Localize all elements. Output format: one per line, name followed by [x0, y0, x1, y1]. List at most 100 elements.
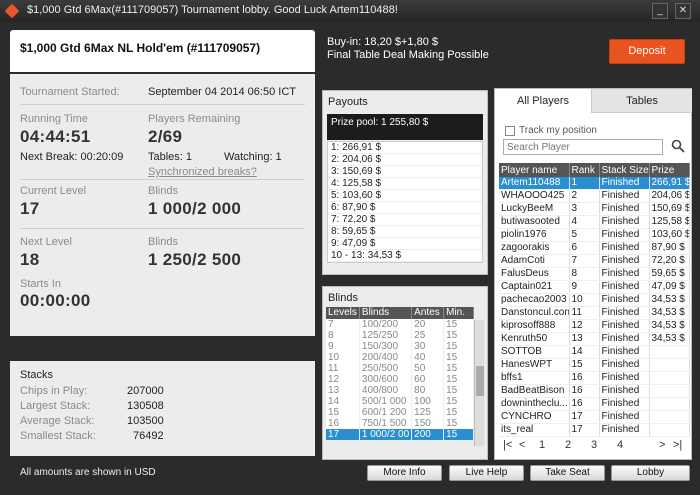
- live-help-button[interactable]: Live Help: [449, 465, 524, 481]
- player-cell: 4: [569, 215, 600, 229]
- payout-row: 3: 150,69 $: [328, 166, 482, 178]
- player-row[interactable]: WHAOOO425 2 Finished 204,06 $: [499, 189, 690, 203]
- first-page-button[interactable]: |<: [503, 439, 512, 451]
- blind-level-row: 7 100/200 20 15: [326, 319, 474, 330]
- payout-row: 8: 59,65 $: [328, 226, 482, 238]
- payouts-panel: Payouts Prize pool: 1 255,80 $ 1: 266,91…: [322, 90, 488, 275]
- take-seat-button[interactable]: Take Seat: [530, 465, 605, 481]
- player-cell: 34,53 $: [649, 293, 690, 307]
- blinds-table: Levels Blinds Antes Min. 7 100/200 20 15 8 12…: [326, 307, 474, 440]
- player-row[interactable]: zagoorakis 6 Finished 87,90 $: [499, 241, 690, 255]
- payout-row: 2: 204,06 $: [328, 154, 482, 166]
- page-2-button[interactable]: 2: [565, 439, 571, 451]
- blinds-scrollbar[interactable]: [474, 320, 484, 446]
- payout-row: 6: 87,90 $: [328, 202, 482, 214]
- scroll-thumb[interactable]: [476, 366, 484, 396]
- stack-value: 76492: [133, 430, 164, 442]
- player-cell: Finished: [599, 202, 650, 216]
- divider: [20, 228, 305, 229]
- player-cell: 2: [569, 189, 600, 203]
- title-bar: $1,000 Gtd 6Max(#111709057) Tournament l…: [0, 0, 700, 22]
- player-cell: Finished: [599, 410, 650, 424]
- player-row[interactable]: downintheclu... 16 Finished: [499, 397, 690, 411]
- page-4-button[interactable]: 4: [617, 439, 623, 451]
- blind-cell: 7: [326, 319, 360, 330]
- starts-in-label: Starts In: [20, 278, 61, 290]
- tab-tables[interactable]: Tables: [592, 89, 692, 113]
- track-position-checkbox[interactable]: [505, 126, 515, 136]
- lobby-button[interactable]: Lobby: [611, 465, 690, 481]
- player-row[interactable]: Kenruth50 13 Finished 34,53 $: [499, 332, 690, 346]
- player-cell: piolin1976: [499, 228, 570, 242]
- prev-page-button[interactable]: <: [519, 439, 525, 451]
- blind-level-row: 17 1 000/2 00 200 15: [326, 429, 474, 440]
- player-row[interactable]: FalusDeus 8 Finished 59,65 $: [499, 267, 690, 281]
- player-cell: [649, 410, 690, 424]
- stack-label: Largest Stack:: [20, 400, 91, 412]
- player-row[interactable]: Captain021 9 Finished 47,09 $: [499, 280, 690, 294]
- column-header-rank[interactable]: Rank: [569, 163, 600, 177]
- payout-row: 7: 72,20 $: [328, 214, 482, 226]
- buyin-text: Buy-in: 18,20 $+1,80 $: [327, 36, 438, 48]
- more-info-button[interactable]: More Info: [367, 465, 442, 481]
- players-panel: All Players Tables Track my position Pla…: [494, 88, 692, 460]
- player-cell: 16: [569, 397, 600, 411]
- starts-in-value: 00:00:00: [20, 291, 91, 310]
- player-row[interactable]: bffs1 16 Finished: [499, 371, 690, 385]
- blind-cell: 80: [411, 385, 445, 396]
- tournament-info-panel: Tournament Started: September 04 2014 06…: [10, 74, 315, 336]
- player-cell: Finished: [599, 293, 650, 307]
- player-row[interactable]: its_real 17 Finished: [499, 423, 690, 437]
- player-row[interactable]: Danstoncul.con 11 Finished 34,53 $: [499, 306, 690, 320]
- search-player-input[interactable]: [503, 139, 663, 155]
- search-icon[interactable]: [671, 139, 685, 153]
- blind-cell: 15: [443, 330, 474, 341]
- tab-all-players[interactable]: All Players: [495, 89, 592, 113]
- tournament-header: $1,000 Gtd 6Max NL Hold'em (#111709057): [10, 30, 315, 72]
- player-row[interactable]: BadBeatBison 16 Finished: [499, 384, 690, 398]
- player-cell: [649, 423, 690, 437]
- column-header-player-name[interactable]: Player name: [499, 163, 570, 177]
- next-page-button[interactable]: >: [659, 439, 665, 451]
- player-row[interactable]: AdamCoti 7 Finished 72,20 $: [499, 254, 690, 268]
- player-row[interactable]: LuckyBeeM 3 Finished 150,69 $: [499, 202, 690, 216]
- player-row[interactable]: pachecao2003 10 Finished 34,53 $: [499, 293, 690, 307]
- stacks-title: Stacks: [20, 369, 54, 381]
- players-remaining-value: 2/69: [148, 127, 183, 146]
- stack-label: Smallest Stack:: [20, 430, 96, 442]
- blind-cell: 9: [326, 341, 360, 352]
- player-row[interactable]: piolin1976 5 Finished 103,60 $: [499, 228, 690, 242]
- synchronized-breaks-link[interactable]: Synchronized breaks?: [148, 166, 257, 178]
- player-row[interactable]: SOTTOB 14 Finished: [499, 345, 690, 359]
- player-cell: 13: [569, 332, 600, 346]
- column-header-prize[interactable]: Prize: [649, 163, 690, 177]
- page-3-button[interactable]: 3: [591, 439, 597, 451]
- player-cell: 11: [569, 306, 600, 320]
- minimize-button[interactable]: _: [652, 3, 668, 19]
- player-row[interactable]: kiprosoff888 12 Finished 34,53 $: [499, 319, 690, 333]
- blind-level-row: 10 200/400 40 15: [326, 352, 474, 363]
- player-row[interactable]: CYNCHRO 17 Finished: [499, 410, 690, 424]
- player-cell: 87,90 $: [649, 241, 690, 255]
- player-cell: Finished: [599, 319, 650, 333]
- column-header-stack-size[interactable]: Stack Size: [599, 163, 650, 177]
- close-button[interactable]: ✕: [675, 3, 691, 19]
- player-row[interactable]: Artem110488 1 Finished 266,91 $: [499, 177, 690, 190]
- player-row[interactable]: butiwasooted 4 Finished 125,58 $: [499, 215, 690, 229]
- payout-row: 10 - 13: 34,53 $: [328, 250, 482, 262]
- blind-cell: 150: [411, 418, 445, 429]
- player-cell: Finished: [599, 215, 650, 229]
- blind-cell: 14: [326, 396, 360, 407]
- player-cell: 5: [569, 228, 600, 242]
- next-blinds-label: Blinds: [148, 236, 178, 248]
- deposit-button[interactable]: Deposit: [609, 39, 685, 64]
- blind-cell: 250/500: [359, 363, 413, 374]
- blind-cell: 15: [443, 374, 474, 385]
- last-page-button[interactable]: >|: [673, 439, 682, 451]
- page-1-button[interactable]: 1: [539, 439, 545, 451]
- player-row[interactable]: HanesWPT 15 Finished: [499, 358, 690, 372]
- player-cell: kiprosoff888: [499, 319, 570, 333]
- player-cell: 16: [569, 371, 600, 385]
- blind-cell: 1 000/2 00: [359, 429, 413, 440]
- player-cell: Finished: [599, 423, 650, 437]
